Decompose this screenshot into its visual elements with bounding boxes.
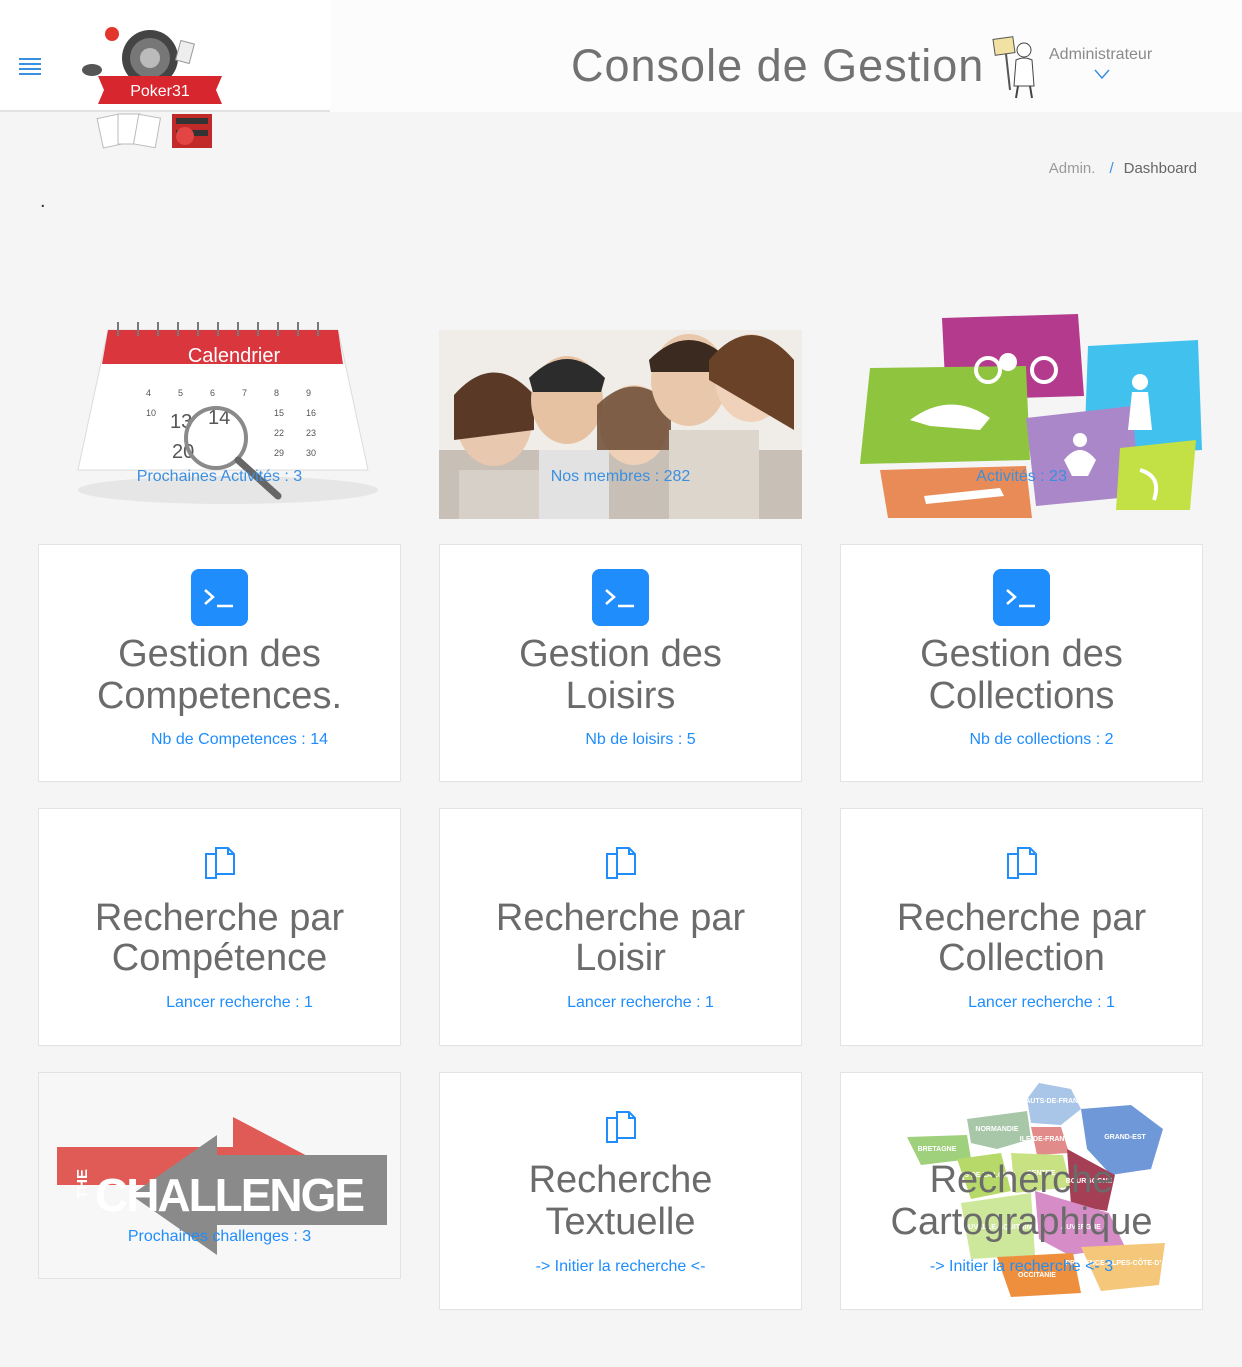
competences-count-link[interactable]: Nb de Competences : 14 <box>39 731 400 749</box>
marker-dot: . <box>40 190 46 212</box>
documents-icon <box>1007 847 1037 879</box>
user-name[interactable]: Administrateur <box>1049 46 1152 64</box>
card-title-line1: Gestion des <box>920 633 1123 675</box>
card-title-line2: Loisirs <box>565 675 676 717</box>
breadcrumb-current: Dashboard <box>1123 160 1197 177</box>
map-region-label: BRETAGNE <box>918 1146 957 1153</box>
text-search-card[interactable]: Recherche Textuelle -> Initier la recher… <box>439 1072 802 1310</box>
members-tile[interactable]: Nos membres : 282 <box>439 300 802 519</box>
map-region-label: HAUTS-DE-FRANCE <box>1020 1098 1088 1105</box>
map-search-card[interactable]: HAUTS-DE-FRANCE NORMANDIE BRETAGNE ILE-DE-F… <box>840 1072 1203 1310</box>
breadcrumb: Admin. / Dashboard <box>1049 160 1197 177</box>
card-title-line1: Recherche <box>528 1159 713 1201</box>
svg-text:6: 6 <box>210 388 215 398</box>
text-search-link[interactable]: -> Initier la recherche <- <box>440 1258 801 1276</box>
card-title-line2: Collection <box>938 937 1105 979</box>
documents-icon <box>606 1111 636 1143</box>
loisirs-count-link[interactable]: Nb de loisirs : 5 <box>440 731 801 749</box>
breadcrumb-separator: / <box>1109 160 1114 177</box>
svg-text:5: 5 <box>178 388 183 398</box>
search-loisir-link[interactable]: Lancer recherche : 1 <box>440 994 801 1012</box>
breadcrumb-root[interactable]: Admin. <box>1049 160 1096 177</box>
activities-illustration <box>860 314 1202 518</box>
user-avatar[interactable] <box>992 34 1044 100</box>
card-title-line2: Loisir <box>575 937 666 979</box>
card-title-line1: Gestion des <box>118 633 321 675</box>
search-competence-link[interactable]: Lancer recherche : 1 <box>39 994 400 1012</box>
poker31-logo[interactable]: Poker31 <box>80 18 230 158</box>
card-title-line2: Compétence <box>111 937 328 979</box>
search-collection-link[interactable]: Lancer recherche : 1 <box>841 994 1202 1012</box>
loisirs-card[interactable]: Gestion des Loisirs Nb de loisirs : 5 <box>439 544 802 782</box>
challenge-logo-word: CHALLENGE <box>95 1169 365 1221</box>
hamburger-menu-icon[interactable] <box>19 58 41 75</box>
calendar-caption[interactable]: Prochaines Activités : 3 <box>38 468 401 486</box>
competences-card[interactable]: Gestion des Competences. Nb de Competenc… <box>38 544 401 782</box>
svg-text:29: 29 <box>274 448 284 458</box>
terminal-icon <box>993 569 1050 626</box>
card-title-line2: Competences. <box>96 675 342 717</box>
collections-card[interactable]: Gestion des Collections Nb de collection… <box>840 544 1203 782</box>
challenge-caption[interactable]: Prochaines challenges : 3 <box>39 1228 400 1246</box>
card-title-line1: Recherche par <box>896 897 1147 939</box>
calendar-icon: Calendrier 456789 10 15 16 22 23 29 30 13 14… <box>77 322 378 504</box>
card-title-line2: Textuelle <box>545 1201 696 1243</box>
members-photo <box>439 330 802 519</box>
svg-text:15: 15 <box>274 408 284 418</box>
page-title: Console de Gestion <box>571 40 985 91</box>
documents-icon <box>606 847 636 879</box>
svg-text:10: 10 <box>146 408 156 418</box>
terminal-icon <box>592 569 649 626</box>
search-loisir-card[interactable]: Recherche par Loisir Lancer recherche : … <box>439 808 802 1046</box>
calendar-tile[interactable]: Calendrier 456789 10 15 16 22 23 29 30 13 14… <box>38 300 401 519</box>
svg-text:9: 9 <box>306 388 311 398</box>
svg-text:8: 8 <box>274 388 279 398</box>
card-title-line2: Collections <box>928 675 1115 717</box>
card-title-line1: Gestion des <box>519 633 722 675</box>
map-region-label: NORMANDIE <box>975 1126 1018 1133</box>
map-region-label: GRAND-EST <box>1104 1134 1146 1141</box>
card-title-line1: Recherche par <box>94 897 345 939</box>
card-title-line2: Cartographique <box>890 1201 1153 1243</box>
map-region-label: ILE-DE-FRANCE <box>1020 1136 1075 1143</box>
challenge-card[interactable]: THE CHALLENGE Prochaines challenges : 3 <box>38 1072 401 1279</box>
card-title-line1: Recherche <box>929 1159 1114 1201</box>
svg-text:23: 23 <box>306 428 316 438</box>
documents-icon <box>205 847 235 879</box>
activities-caption[interactable]: Activités : 23 <box>840 468 1203 486</box>
svg-text:4: 4 <box>146 388 151 398</box>
calendar-image-title: Calendrier <box>188 345 281 367</box>
logo-text: Poker31 <box>130 83 190 100</box>
terminal-icon <box>191 569 248 626</box>
svg-text:7: 7 <box>242 388 247 398</box>
chevron-down-icon[interactable] <box>1094 68 1110 80</box>
map-search-link[interactable]: -> Initier la recherche <- 3 <box>841 1258 1202 1276</box>
card-title-line1: Recherche par <box>495 897 746 939</box>
search-competence-card[interactable]: Recherche par Compétence Lancer recherch… <box>38 808 401 1046</box>
challenge-logo-the: THE <box>74 1169 91 1199</box>
members-caption[interactable]: Nos membres : 282 <box>439 468 802 486</box>
svg-text:16: 16 <box>306 408 316 418</box>
activities-tile[interactable]: Activités : 23 <box>840 300 1203 519</box>
svg-text:30: 30 <box>306 448 316 458</box>
svg-text:22: 22 <box>274 428 284 438</box>
search-collection-card[interactable]: Recherche par Collection Lancer recherch… <box>840 808 1203 1046</box>
collections-count-link[interactable]: Nb de collections : 2 <box>841 731 1202 749</box>
